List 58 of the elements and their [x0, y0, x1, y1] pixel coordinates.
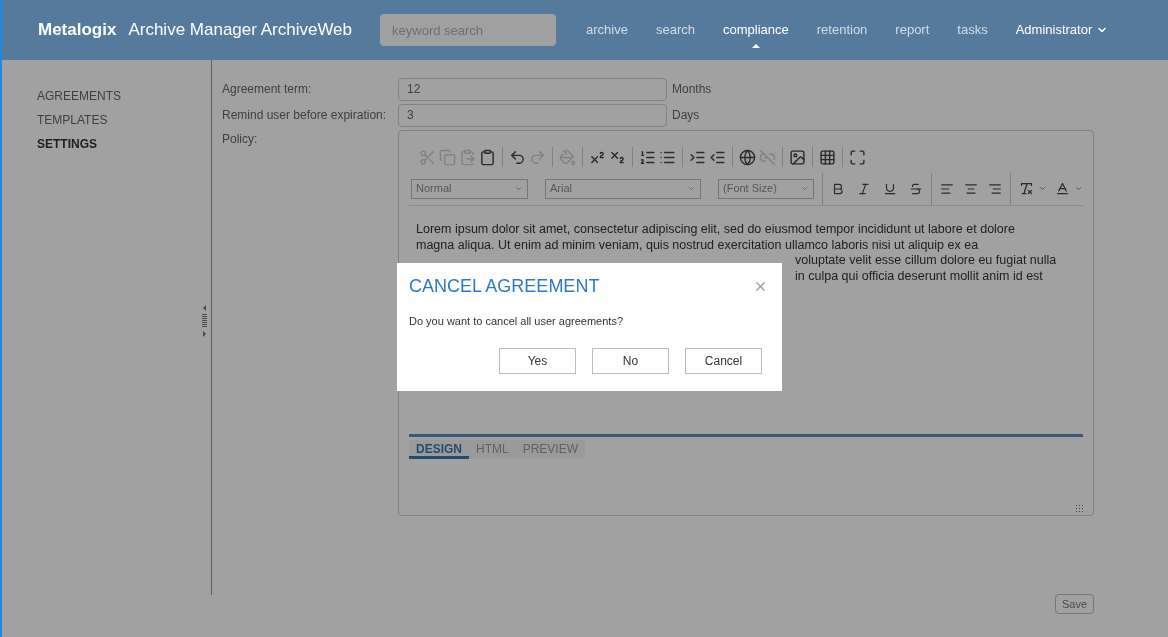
field-label: Remind user before expiration: [222, 107, 388, 124]
dialog-button[interactable]: Yes [499, 347, 576, 374]
sidebar-item[interactable]: AGREEMENTS [37, 84, 211, 108]
unit-label: Days [672, 107, 700, 124]
caret-icon [514, 184, 523, 193]
dropdown[interactable]: (Font Size) [718, 178, 814, 199]
brand-logo: Metalogix [38, 19, 117, 42]
align-right-icon[interactable] [988, 181, 1002, 196]
dialog-button[interactable]: Cancel [685, 347, 762, 374]
text-field[interactable]: 3 [398, 103, 667, 127]
caret-icon [687, 184, 696, 193]
dialog-message: Do you want to cancel all user agreements? [409, 314, 624, 329]
nav-link[interactable]: tasks [943, 10, 1002, 50]
text-style-icon[interactable] [1055, 181, 1070, 196]
strikethrough-icon[interactable] [909, 181, 923, 196]
underline-icon[interactable] [883, 181, 897, 196]
fullscreen-icon[interactable] [849, 148, 866, 166]
italic-icon[interactable] [857, 181, 871, 196]
policy-text-line: in culpa qui officia deserunt mollit anim id est [794, 268, 1044, 284]
unit-label: Months [672, 81, 712, 98]
field-label: Agreement term: [222, 81, 313, 98]
globe-link-icon[interactable] [739, 148, 756, 166]
sidebar-item[interactable]: TEMPLATES [37, 108, 211, 132]
bold-icon[interactable] [831, 181, 845, 196]
field-label: Policy: [222, 131, 259, 148]
table-icon[interactable] [819, 148, 836, 166]
editor-tab[interactable]: DESIGN [409, 440, 469, 459]
dropdown[interactable]: Normal [411, 178, 528, 199]
policy-text-line: voluptate velit esse cillum dolore eu fugiat nulla [794, 253, 1058, 269]
splitter-handle-icon [202, 305, 207, 337]
align-center-icon[interactable] [964, 181, 978, 196]
caret-icon [1038, 184, 1047, 193]
editor-tab[interactable]: HTML [469, 440, 516, 459]
nav-link[interactable]: report [881, 10, 944, 50]
nav-link[interactable]: search [641, 10, 709, 50]
undo-icon[interactable] [509, 148, 526, 166]
text-field[interactable]: 12 [398, 77, 667, 101]
align-left-icon[interactable] [940, 181, 954, 196]
caret-up-icon [751, 44, 760, 48]
dialog-button[interactable]: No [592, 347, 669, 374]
nav-link[interactable]: retention [802, 10, 882, 50]
dropdown[interactable]: Arial [545, 178, 701, 199]
caret-icon [800, 184, 809, 193]
numbered-list-icon[interactable] [639, 148, 656, 166]
nav-link[interactable]: compliance [709, 10, 803, 50]
save-button[interactable]: Save [1054, 594, 1094, 614]
editor-tab[interactable]: PREVIEW [515, 440, 586, 459]
dialog-title: CANCEL AGREEMENT [409, 275, 600, 298]
clipboard-icon[interactable] [479, 148, 496, 166]
image-icon[interactable] [789, 148, 806, 166]
caret-icon [1074, 184, 1083, 193]
sidebar-item[interactable]: SETTINGS [37, 132, 211, 156]
policy-text-line: Lorem ipsum dolor sit amet, consectetur adipiscing elit, sed do eiusmod tempor incididunt ut labore et dolore [416, 222, 1016, 238]
policy-text-line: magna aliqua. Ut enim ad minim veniam, quis nostrud exercitation ullamco laboris nisi ut aliquip ex ea [416, 237, 980, 253]
user-menu[interactable]: Administrator [1001, 10, 1123, 50]
close-icon[interactable] [753, 279, 768, 294]
nav-link[interactable]: archive [572, 10, 642, 50]
app-title: Archive Manager ArchiveWeb [128, 19, 353, 42]
